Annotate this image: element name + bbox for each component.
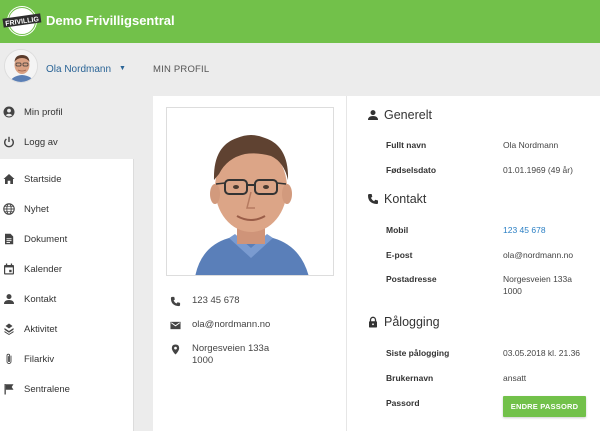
- sidebar-item-label: Startside: [24, 174, 62, 185]
- card-email[interactable]: ola@nordmann.no: [192, 319, 270, 331]
- sidebar-item-label: Kalender: [24, 264, 63, 275]
- top-bar: FRIVILLIG Demo Frivilligsentral: [0, 0, 600, 43]
- sidebar-item-label: Filarkiv: [24, 354, 55, 365]
- sidebar-item-label: Dokument: [24, 234, 68, 245]
- app-title[interactable]: Demo Frivilligsentral: [46, 13, 175, 28]
- label-address: Postadresse: [386, 274, 437, 284]
- calendar-icon: [4, 263, 14, 275]
- card-address: Norgesveien 133a 1000: [192, 343, 269, 367]
- user-box: Ola Nordmann ▼ Min profil Logg av: [0, 43, 134, 159]
- sidebar-item-startside[interactable]: Startside: [0, 165, 134, 195]
- sidebar-item-kontakt[interactable]: Kontakt: [0, 285, 134, 315]
- sidebar-item-label: Nyhet: [24, 204, 49, 215]
- lock-icon: [369, 316, 377, 328]
- value-full-name: Ola Nordmann: [503, 140, 559, 150]
- globe-icon: [3, 203, 15, 215]
- sidebar-item-dokument[interactable]: Dokument: [0, 225, 134, 255]
- person-icon: [368, 110, 378, 120]
- change-password-button[interactable]: ENDRE PASSORD: [503, 396, 586, 417]
- paperclip-icon: [6, 353, 12, 364]
- sidebar-item-filarkiv[interactable]: Filarkiv: [0, 345, 134, 375]
- sidebar-item-nyhet[interactable]: Nyhet: [0, 195, 134, 225]
- location-pin-icon: [171, 344, 180, 355]
- label-username: Brukernavn: [386, 373, 434, 383]
- label-mobile: Mobil: [386, 225, 409, 235]
- account-circle-icon: [3, 106, 15, 118]
- email-icon: [170, 321, 181, 330]
- section-title: Pålogging: [384, 315, 440, 329]
- sidebar-item-kalender[interactable]: Kalender: [0, 255, 134, 285]
- frivillig-logo[interactable]: FRIVILLIG: [2, 4, 42, 38]
- section-title: Kontakt: [384, 192, 427, 206]
- label-birth-date: Fødselsdato: [386, 165, 437, 175]
- value-address-line1: Norgesveien 133a: [503, 274, 572, 284]
- value-address: Norgesveien 133a 1000: [503, 273, 572, 297]
- label-full-name: Fullt navn: [386, 140, 427, 150]
- value-last-login: 03.05.2018 kl. 21.36: [503, 348, 581, 358]
- page-title: MIN PROFIL: [153, 64, 210, 75]
- activity-icon: [4, 323, 14, 335]
- phone-icon: [368, 194, 378, 204]
- home-icon: [3, 174, 15, 184]
- avatar[interactable]: [4, 49, 38, 83]
- card-address-line2: 1000: [192, 355, 214, 366]
- power-icon: [4, 136, 14, 148]
- card-address-line1: Norgesveien 133a: [192, 343, 270, 354]
- label-email: E-post: [386, 250, 413, 260]
- user-name[interactable]: Ola Nordmann: [46, 64, 111, 75]
- phone-icon: [170, 296, 181, 307]
- section-title: Generelt: [384, 108, 432, 122]
- sidebar-item-aktivitet[interactable]: Aktivitet: [0, 315, 134, 345]
- person-icon: [4, 294, 14, 304]
- profile-photo: [166, 107, 334, 276]
- sidebar-item-label: Sentralene: [24, 384, 70, 395]
- sidebar-item-label: Aktivitet: [24, 324, 58, 335]
- sidebar: Ola Nordmann ▼ Min profil Logg av Starts…: [0, 43, 134, 431]
- value-birth-date: 01.01.1969 (49 år): [503, 165, 573, 175]
- caret-down-icon[interactable]: ▼: [119, 65, 126, 72]
- value-username: ansatt: [503, 373, 527, 383]
- value-address-line2: 1000: [503, 286, 522, 296]
- card-phone: 123 45 678: [192, 295, 240, 306]
- label-last-login: Siste pålogging: [386, 348, 450, 358]
- menu-item-label: Min profil: [24, 107, 63, 118]
- value-email[interactable]: ola@nordmann.no: [503, 249, 573, 261]
- flag-icon: [4, 384, 14, 395]
- menu-item-min-profil[interactable]: Min profil: [0, 98, 134, 128]
- menu-item-logg-av[interactable]: Logg av: [0, 128, 134, 158]
- value-mobile[interactable]: 123 45 678: [503, 224, 546, 236]
- label-password: Passord: [386, 398, 420, 408]
- card-divider: [346, 96, 347, 431]
- document-icon: [5, 233, 14, 245]
- sidebar-item-label: Kontakt: [24, 294, 57, 305]
- menu-item-label: Logg av: [24, 137, 58, 148]
- sidebar-item-sentralene[interactable]: Sentralene: [0, 375, 134, 405]
